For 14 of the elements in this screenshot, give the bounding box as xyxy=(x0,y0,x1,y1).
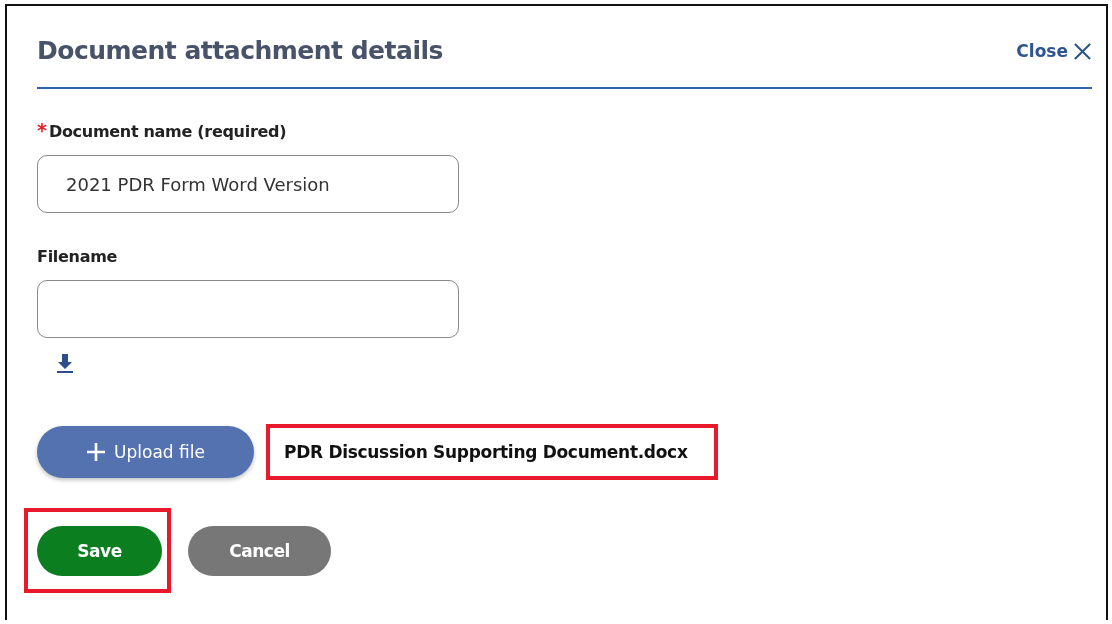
dialog-title: Document attachment details xyxy=(37,36,443,65)
field-label: Document name (required) xyxy=(48,122,287,141)
plus-icon xyxy=(86,442,107,462)
save-button[interactable]: Save xyxy=(37,526,162,576)
cancel-button[interactable]: Cancel xyxy=(188,526,331,576)
required-mark: * xyxy=(37,119,47,141)
field-label: Filename xyxy=(37,247,118,266)
input-field[interactable]: 2021 PDR Form Word Version xyxy=(37,155,459,213)
input-field[interactable] xyxy=(37,280,459,338)
close-icon[interactable] xyxy=(1073,41,1092,61)
uploaded-file-name: PDR Discussion Supporting Document.docx xyxy=(284,442,688,462)
download-icon[interactable] xyxy=(54,352,76,374)
upload-file-button[interactable]: Upload file xyxy=(37,426,254,478)
close-link[interactable]: Close xyxy=(1016,41,1092,65)
